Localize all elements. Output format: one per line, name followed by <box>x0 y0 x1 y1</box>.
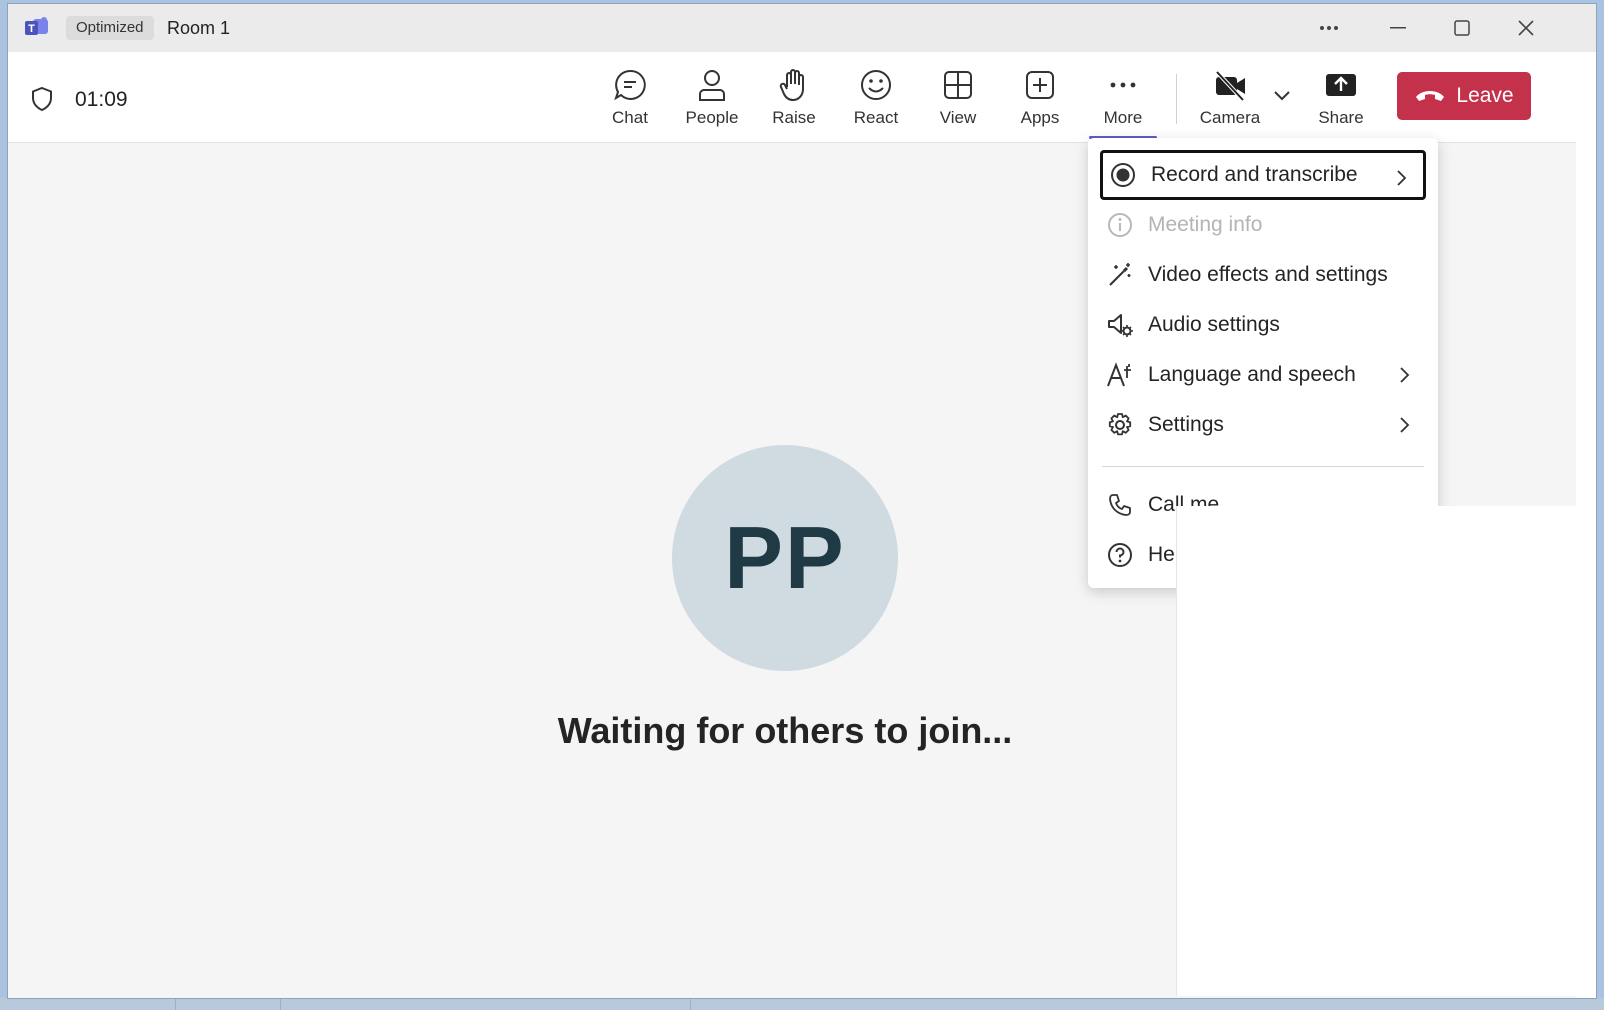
react-button[interactable]: React <box>837 64 915 134</box>
shield-icon[interactable] <box>30 86 54 112</box>
people-button[interactable]: People <box>673 64 751 134</box>
share-button[interactable]: Share <box>1302 64 1380 134</box>
chat-label: Chat <box>612 108 648 127</box>
menu-item-label: Settings <box>1148 413 1224 436</box>
teams-logo-icon: T <box>25 17 48 35</box>
menu-separator <box>1102 466 1424 467</box>
window-more-options-button[interactable] <box>1314 14 1344 42</box>
people-label: People <box>685 108 739 127</box>
chat-icon <box>614 69 646 101</box>
speaker-gear-icon <box>1108 314 1133 337</box>
view-button[interactable]: View <box>919 64 997 134</box>
chevron-right-icon <box>1400 417 1410 433</box>
language-icon <box>1107 362 1131 387</box>
share-upload-icon <box>1326 74 1356 96</box>
phone-icon <box>1109 494 1131 516</box>
gear-icon <box>1108 413 1132 436</box>
ellipsis-icon <box>1320 26 1338 30</box>
blank-overlay-panel <box>1176 506 1596 996</box>
teams-meeting-window: T Optimized Room 1 01:09 Chat People Rai… <box>8 4 1596 998</box>
taskbar-segment <box>280 998 281 1010</box>
plus-square-icon <box>1026 71 1054 99</box>
optimized-badge: Optimized <box>66 16 154 40</box>
menu-item-settings[interactable]: Settings <box>1100 400 1426 450</box>
more-label: More <box>1103 108 1143 127</box>
menu-item-label: Audio settings <box>1148 313 1280 336</box>
raise-hand-icon <box>779 69 804 101</box>
minimize-button[interactable] <box>1383 14 1413 42</box>
menu-item-language-and-speech[interactable]: Language and speech <box>1100 350 1426 400</box>
taskbar-segment <box>175 998 176 1010</box>
people-icon <box>699 70 725 101</box>
menu-item-meeting-info[interactable]: Meeting info <box>1100 200 1426 250</box>
view-label: View <box>939 108 977 127</box>
chevron-down-icon <box>1274 91 1290 101</box>
camera-options-dropdown[interactable] <box>1272 88 1296 108</box>
camera-label: Camera <box>1199 108 1261 127</box>
smiley-icon <box>861 70 891 100</box>
more-dots-icon <box>1110 82 1136 88</box>
menu-item-audio-settings[interactable]: Audio settings <box>1100 300 1426 350</box>
chevron-right-icon <box>1397 170 1407 186</box>
camera-button[interactable]: Camera <box>1191 64 1269 134</box>
close-button[interactable] <box>1511 14 1541 42</box>
minimize-icon <box>1390 27 1406 29</box>
leave-label: Leave <box>1456 84 1514 107</box>
menu-item-label: Meeting info <box>1148 213 1263 236</box>
menu-item-label: Record and transcribe <box>1151 163 1358 186</box>
info-icon <box>1108 213 1132 237</box>
apps-label: Apps <box>1020 108 1060 127</box>
chat-button[interactable]: Chat <box>591 64 669 134</box>
help-icon <box>1108 543 1132 567</box>
menu-item-label: Language and speech <box>1148 363 1356 386</box>
raise-label: Raise <box>772 108 816 127</box>
leave-button[interactable]: Leave <box>1397 72 1531 120</box>
meeting-timer: 01:09 <box>75 88 128 111</box>
menu-item-video-effects[interactable]: Video effects and settings <box>1100 250 1426 300</box>
meeting-title: Room 1 <box>167 18 231 38</box>
magic-wand-icon <box>1109 263 1131 286</box>
meeting-toolbar: 01:09 Chat People Raise React View Apps … <box>8 52 1596 143</box>
close-icon <box>1518 20 1534 36</box>
svg-text:T: T <box>28 23 35 35</box>
toolbar-divider <box>1176 74 1177 124</box>
menu-item-record-and-transcribe[interactable]: Record and transcribe <box>1100 150 1426 200</box>
record-icon <box>1111 163 1135 187</box>
grid-icon <box>944 71 972 99</box>
hang-up-icon <box>1416 91 1445 101</box>
maximize-button[interactable] <box>1447 14 1477 42</box>
chevron-right-icon <box>1400 367 1410 383</box>
more-button[interactable]: More <box>1084 64 1162 134</box>
maximize-icon <box>1454 20 1470 36</box>
raise-hand-button[interactable]: Raise <box>755 64 833 134</box>
title-bar: T Optimized Room 1 <box>8 4 1596 52</box>
apps-button[interactable]: Apps <box>1001 64 1079 134</box>
camera-off-icon <box>1215 70 1245 102</box>
desktop-background-strip <box>0 998 1604 1010</box>
menu-item-label: He <box>1148 543 1175 566</box>
taskbar-segment <box>690 998 691 1010</box>
share-label: Share <box>1318 108 1364 127</box>
participant-avatar: PP <box>672 445 898 671</box>
react-label: React <box>853 108 899 127</box>
menu-item-label: Video effects and settings <box>1148 263 1388 286</box>
